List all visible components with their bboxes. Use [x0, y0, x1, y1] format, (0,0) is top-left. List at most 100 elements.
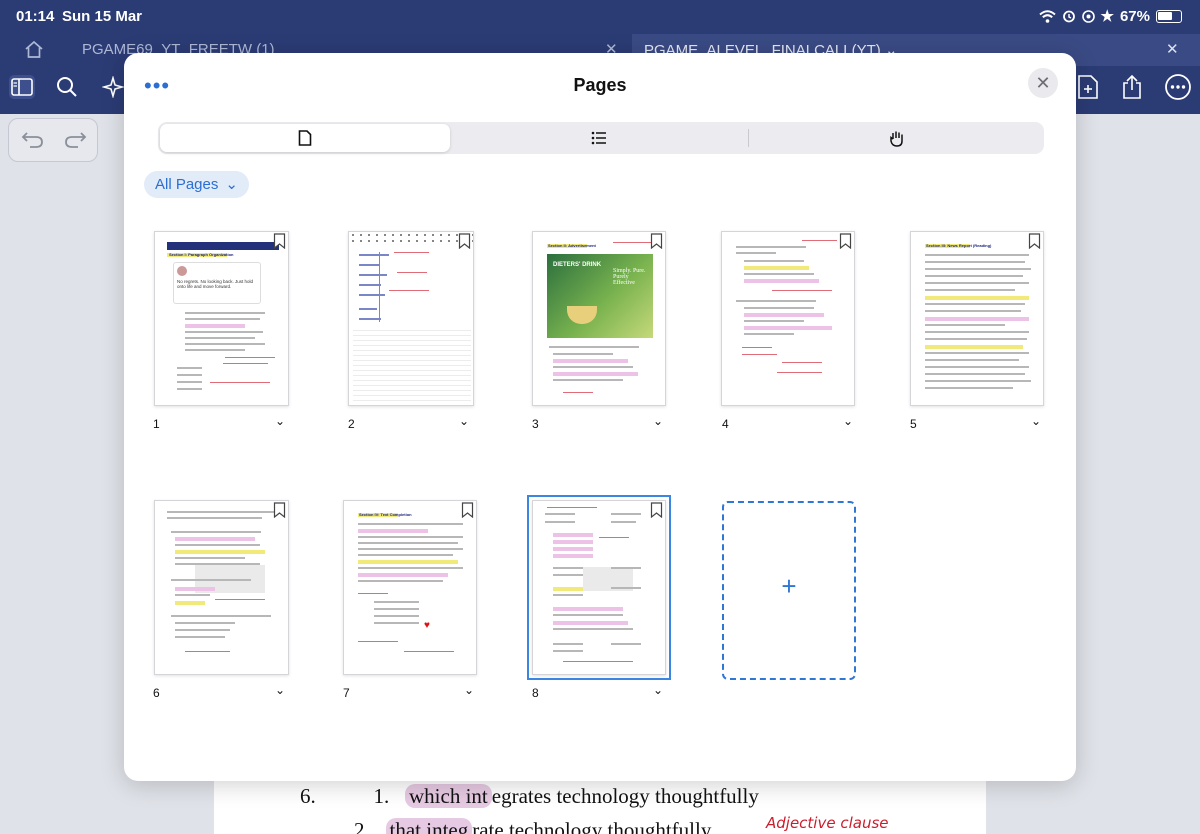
text-line	[553, 353, 613, 355]
text-line	[611, 643, 641, 645]
text-line	[925, 289, 1015, 291]
ruled-line	[353, 360, 471, 361]
bookmark-icon[interactable]	[650, 502, 663, 518]
page-8-options-chevron-icon[interactable]: ⌄	[653, 683, 663, 697]
highlight	[358, 573, 448, 577]
option-text-2: rate technology thoughtfully	[472, 818, 712, 834]
page-3-options-chevron-icon[interactable]: ⌄	[653, 414, 663, 428]
more-options-icon[interactable]	[1164, 73, 1192, 101]
red-annotation	[742, 354, 777, 355]
close-tab-2-icon[interactable]: ✕	[1166, 40, 1179, 58]
text-line	[744, 320, 804, 322]
text-line	[185, 331, 263, 333]
highlight	[358, 529, 428, 533]
battery-percent: 67%	[1119, 7, 1150, 25]
page-number-8: 8	[532, 686, 539, 700]
page-5-heading: Section III: News Report (Reading)	[926, 243, 992, 248]
all-pages-filter[interactable]: All Pages ⌄	[144, 171, 249, 198]
page-thumbnail-3[interactable]: Section II: Advertisement DIETERS' DRINK…	[532, 231, 666, 406]
status-time: 01:14	[16, 8, 55, 25]
ad-brand: DIETERS' DRINK	[553, 262, 602, 268]
red-annotation	[358, 641, 398, 642]
highlight	[175, 537, 255, 541]
page-thumbnail-5[interactable]: Section III: News Report (Reading)	[910, 231, 1044, 406]
text-line	[925, 303, 1025, 305]
page-thumbnail-4[interactable]	[721, 231, 855, 406]
bookmark-icon[interactable]	[273, 233, 286, 249]
page-thumbnail-2[interactable]	[348, 231, 474, 406]
segment-pages[interactable]	[160, 124, 450, 152]
red-annotation	[547, 507, 597, 508]
search-icon[interactable]	[56, 76, 78, 98]
page-thumbnail-6[interactable]	[154, 500, 289, 675]
bookmark-icon[interactable]	[1028, 233, 1041, 249]
segment-hand[interactable]	[752, 124, 1042, 152]
segment-divider	[748, 129, 749, 147]
text-line	[177, 367, 202, 369]
red-annotation	[777, 372, 822, 373]
text-line	[611, 521, 636, 523]
highlight	[925, 296, 1029, 300]
red-annotation	[563, 392, 593, 393]
page-7-options-chevron-icon[interactable]: ⌄	[464, 683, 474, 697]
status-date: Sun 15 Mar	[62, 8, 143, 25]
text-line	[177, 381, 202, 383]
text-line	[553, 379, 623, 381]
dot-pattern	[349, 232, 473, 244]
text-line	[925, 380, 1031, 382]
page-thumbnail-1[interactable]: Section I: Paragraph Organization No reg…	[154, 231, 289, 406]
text-line	[359, 308, 377, 310]
page-1-heading: Section I: Paragraph Organization	[169, 252, 234, 257]
page-thumbnail-8[interactable]	[527, 495, 671, 680]
sidebar-icon[interactable]	[8, 74, 36, 100]
page-6-options-chevron-icon[interactable]: ⌄	[275, 683, 285, 697]
text-line	[374, 615, 419, 617]
bookmark-icon[interactable]	[650, 233, 663, 249]
segment-outline[interactable]	[454, 124, 744, 152]
highlight	[358, 560, 458, 564]
share-icon[interactable]	[1121, 74, 1143, 100]
bookmark-icon[interactable]	[839, 233, 852, 249]
page-2-options-chevron-icon[interactable]: ⌄	[459, 414, 469, 428]
undo-icon[interactable]	[21, 131, 45, 149]
bookmark-icon[interactable]	[458, 233, 471, 249]
page-number-6: 6	[153, 686, 160, 700]
text-line	[925, 261, 1025, 263]
page-1-banner	[167, 242, 279, 250]
text-line	[374, 608, 419, 610]
highlight	[744, 326, 832, 330]
page-5-options-chevron-icon[interactable]: ⌄	[1031, 414, 1041, 428]
text-line	[744, 333, 794, 335]
page-thumbnail-7[interactable]: Section IV: Text Completion ♥	[343, 500, 477, 675]
highlight	[553, 372, 638, 376]
red-annotation	[742, 347, 772, 348]
text-line	[553, 594, 583, 596]
page-1-options-chevron-icon[interactable]: ⌄	[275, 414, 285, 428]
add-page-button[interactable]: +	[722, 501, 856, 680]
page-number-7: 7	[343, 686, 350, 700]
text-line	[171, 579, 251, 581]
red-annotation	[223, 363, 268, 364]
add-page-icon[interactable]	[1077, 74, 1099, 100]
highlight	[553, 547, 593, 551]
text-line	[175, 622, 235, 624]
red-annotation	[210, 382, 270, 383]
text-line	[744, 273, 814, 275]
red-annotation	[185, 651, 230, 652]
sparkle-icon[interactable]	[102, 76, 124, 98]
location-icon	[1081, 9, 1095, 23]
close-modal-button[interactable]: ✕	[1028, 68, 1058, 98]
wifi-icon	[1038, 9, 1056, 23]
text-line	[925, 387, 1013, 389]
red-annotation	[394, 252, 429, 253]
text-line	[359, 254, 389, 256]
bookmark-icon[interactable]	[273, 502, 286, 518]
text-line	[611, 567, 641, 569]
home-icon[interactable]	[24, 40, 44, 59]
page-4-options-chevron-icon[interactable]: ⌄	[843, 414, 853, 428]
ruled-line	[353, 365, 471, 366]
ruled-line	[353, 340, 471, 341]
text-line	[553, 614, 623, 616]
bookmark-icon[interactable]	[461, 502, 474, 518]
redo-icon[interactable]	[63, 131, 87, 149]
